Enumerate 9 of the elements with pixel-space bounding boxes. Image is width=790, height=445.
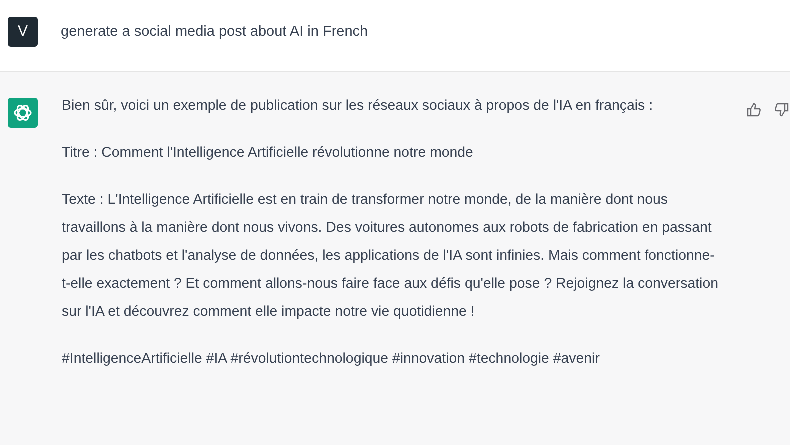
reply-paragraph: #IntelligenceArtificielle #IA #révolutiontechnologique #innovation #technologie #avenir <box>62 350 601 369</box>
assistant-logo-icon <box>8 98 38 128</box>
user-message: generate a social media post about AI in French <box>61 24 368 40</box>
thumbs-down-icon[interactable] <box>774 102 790 118</box>
reply-paragraph: Titre : Comment l'Intelligence Artificielle révolutionne notre monde <box>62 144 474 163</box>
reply-paragraph: Bien sûr, voici un exemple de publication sur les réseaux sociaux à propos de l'IA en français : <box>62 97 654 116</box>
user-avatar: V <box>8 16 38 46</box>
thumbs-up-icon[interactable] <box>746 102 762 118</box>
reply-paragraph: Texte : L'Intelligence Artificielle est en train de transformer notre monde, de la manière dont nous travaillons à la manière dont nous vivons. Des voitures autonomes aux robots de fabrication en passant par les chatbots et l'analyse de données, les applications de l'IA sont infinies. Mais comment fonctionne-t-elle exactement ? Et comment allons-nous faire face aux défis qu'elle pose ? Rejoignez la conversation sur l'IA et découvrez comment elle impacte notre vie quotidienne ! <box>62 191 720 322</box>
